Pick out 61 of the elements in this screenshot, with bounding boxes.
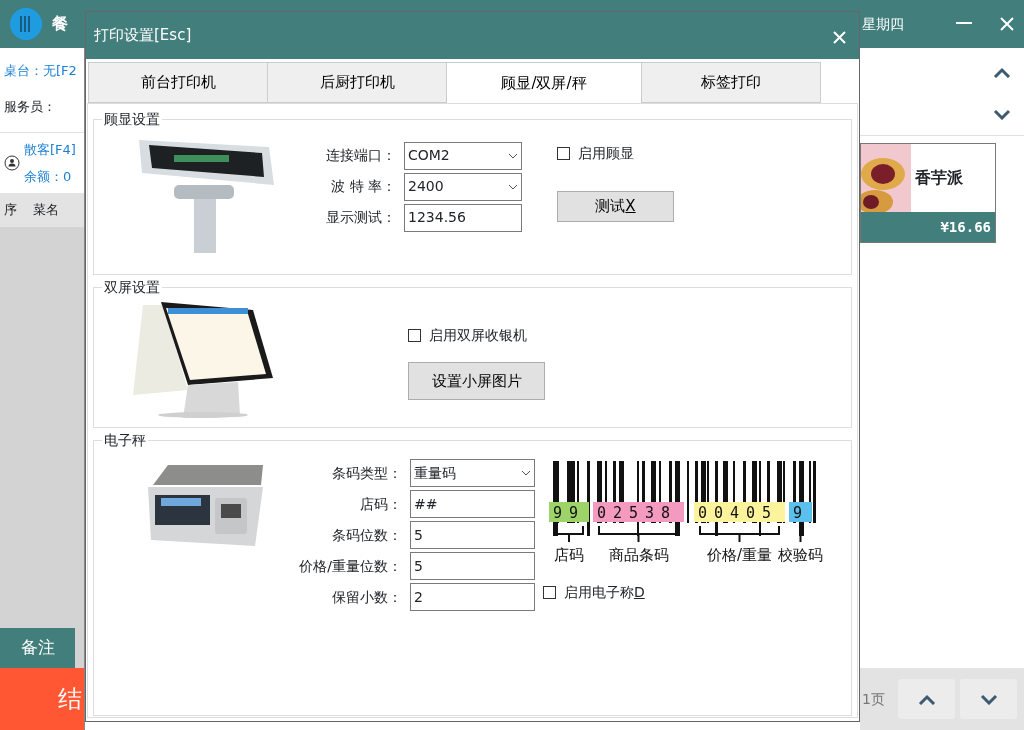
- barcode-label: 校验码: [778, 546, 823, 564]
- enable-dual-screen-checkbox[interactable]: 启用双屏收银机: [408, 325, 545, 346]
- tab[interactable]: 标签打印: [641, 62, 821, 103]
- barcode-digits: 02538: [597, 504, 678, 522]
- product-price: ¥16.66: [940, 219, 991, 235]
- input-field[interactable]: 5: [410, 552, 535, 580]
- field-label: 波 特 率：: [330, 177, 396, 196]
- prev-page-button[interactable]: [898, 679, 955, 719]
- bracket-line: [799, 525, 802, 543]
- note-button[interactable]: 备注: [0, 628, 75, 668]
- customer-link[interactable]: 散客[F4]: [24, 139, 76, 159]
- field-label: 价格/重量位数：: [298, 556, 402, 576]
- bracket-line: [554, 525, 584, 543]
- minimize-icon[interactable]: [956, 22, 972, 26]
- user-icon: [4, 155, 20, 171]
- input-field[interactable]: 5: [410, 521, 535, 549]
- input-field[interactable]: 2: [410, 583, 535, 611]
- barcode-label: 店码: [554, 546, 584, 564]
- product-name: 香芋派: [915, 167, 963, 189]
- chevron-up-icon: [917, 694, 936, 705]
- tab[interactable]: 后厨打印机: [267, 62, 447, 103]
- table-link[interactable]: 桌台：无[F2: [4, 63, 77, 78]
- weekday-label: 星期四: [862, 14, 904, 34]
- barcode-digits: 00405: [698, 504, 779, 522]
- field-label: 条码位数：: [331, 525, 402, 545]
- chevron-down-icon: [993, 109, 1011, 120]
- close-icon: [832, 30, 846, 44]
- input-field[interactable]: 1234.56: [404, 203, 522, 232]
- input-field[interactable]: ##: [410, 490, 535, 518]
- column-header: 序: [4, 201, 17, 220]
- waiter-label: 服务员：: [4, 99, 56, 114]
- tab[interactable]: 前台打印机: [88, 62, 268, 103]
- set-image-button[interactable]: 设置小屏图片: [408, 362, 545, 400]
- test-button[interactable]: 测试X: [557, 191, 674, 222]
- column-header: 菜名: [33, 201, 59, 220]
- barcode-label: 商品条码: [608, 546, 669, 564]
- next-page-button[interactable]: [960, 679, 1017, 719]
- barcode-digits: 9: [793, 504, 810, 522]
- close-icon[interactable]: [1000, 17, 1014, 31]
- enable-scale-checkbox[interactable]: 启用电子称D: [543, 582, 827, 603]
- caret-icon: [521, 470, 531, 476]
- page-label: 1页: [861, 689, 886, 709]
- dropdown[interactable]: 2400: [404, 172, 522, 201]
- caret-icon: [508, 183, 518, 190]
- barcode-digits: 99: [553, 504, 586, 522]
- field-label: 保留小数：: [331, 587, 402, 607]
- chevron-up-icon: [993, 67, 1011, 78]
- app-title: 餐: [52, 13, 68, 35]
- dropdown[interactable]: COM2: [404, 141, 522, 170]
- barcode-label: 价格/重量: [706, 546, 773, 564]
- field-label: 条码类型：: [331, 463, 402, 483]
- dialog-title: 打印设置[Esc]: [94, 25, 192, 47]
- enable-display-checkbox[interactable]: 启用顾显: [557, 143, 674, 164]
- chevron-down-icon: [979, 694, 998, 705]
- field-label: 店码：: [359, 494, 402, 514]
- product-card[interactable]: 香芋派 ¥16.66: [860, 143, 996, 243]
- caret-icon: [508, 152, 518, 159]
- dropdown[interactable]: 重量码: [410, 459, 535, 487]
- field-label: 连接端口：: [325, 146, 396, 165]
- balance-label: 余额：0: [24, 168, 73, 186]
- field-label: 显示测试：: [325, 208, 396, 227]
